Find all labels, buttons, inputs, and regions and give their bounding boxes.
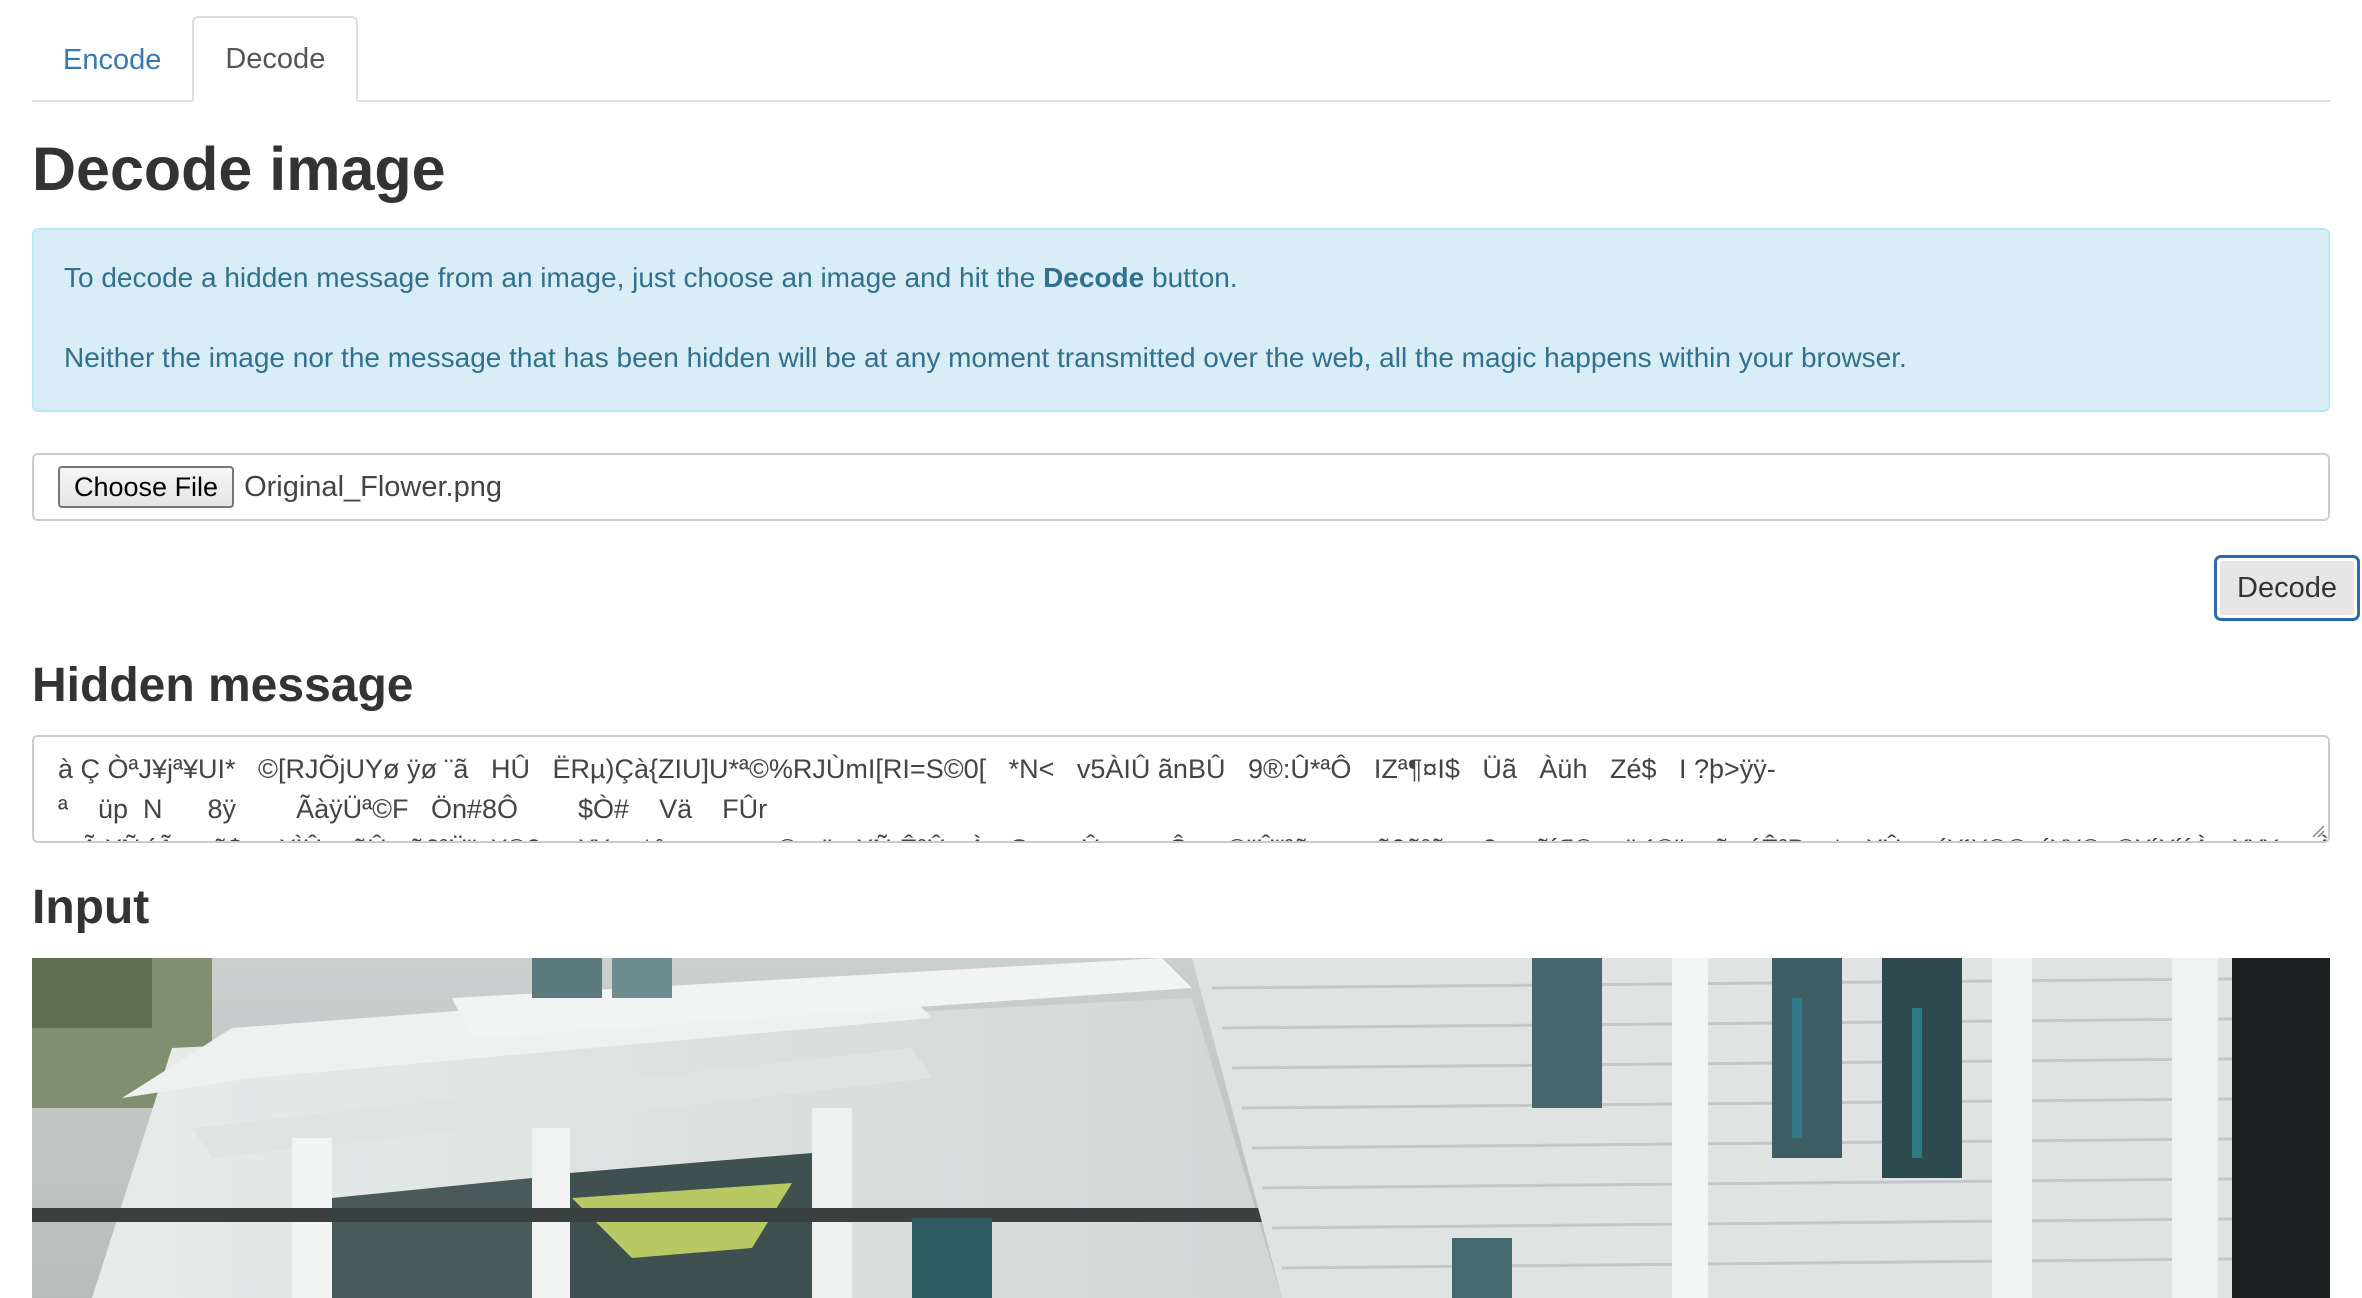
info-decode-keyword: Decode <box>1043 262 1145 293</box>
input-image <box>32 958 2330 1298</box>
message-line-2: ª üp N 8ÿ ÃàÿÜª©F Ön#8Ô $Ò# Vä FÛr <box>58 794 768 824</box>
page: Encode Decode Decode image To decode a h… <box>0 0 2362 1298</box>
hidden-message-heading: Hidden message <box>32 659 414 712</box>
tab-decode[interactable]: Decode <box>192 16 359 102</box>
info-alert: To decode a hidden message from an image… <box>32 228 2330 412</box>
message-line-3: Ã ¥Ñ ´Ã ã$ ¥ÌÛ ãÛ ã£³Ü¨ ¥©9 ¥¥ ¢° © ä ¥Ñ… <box>58 829 2329 841</box>
house-photo-illustration <box>32 958 2330 1298</box>
input-heading: Input <box>32 881 150 934</box>
tab-bar: Encode Decode <box>32 0 2330 102</box>
message-line-1: à Ç ÒªJ¥jª¥UI* ©[RJÕjUYø ÿø ¨ã HÛ ËRµ)Çà… <box>58 754 1776 784</box>
page-title: Decode image <box>32 135 446 203</box>
file-input[interactable]: Choose File Original_Flower.png <box>32 453 2330 521</box>
decode-button[interactable]: Decode <box>2214 555 2360 621</box>
selected-file-name: Original_Flower.png <box>244 470 502 503</box>
resize-handle-icon[interactable] <box>2311 824 2325 838</box>
main-container: Encode Decode Decode image To decode a h… <box>32 0 2360 1298</box>
choose-file-button[interactable]: Choose File <box>58 466 235 508</box>
hidden-message-textarea[interactable]: à Ç ÒªJ¥jª¥UI* ©[RJÕjUYø ÿø ¨ã HÛ ËRµ)Çà… <box>32 735 2330 843</box>
tab-encode[interactable]: Encode <box>32 18 192 102</box>
info-line-2: Neither the image nor the message that h… <box>64 342 1907 373</box>
info-line-1: To decode a hidden message from an image… <box>64 262 1238 293</box>
